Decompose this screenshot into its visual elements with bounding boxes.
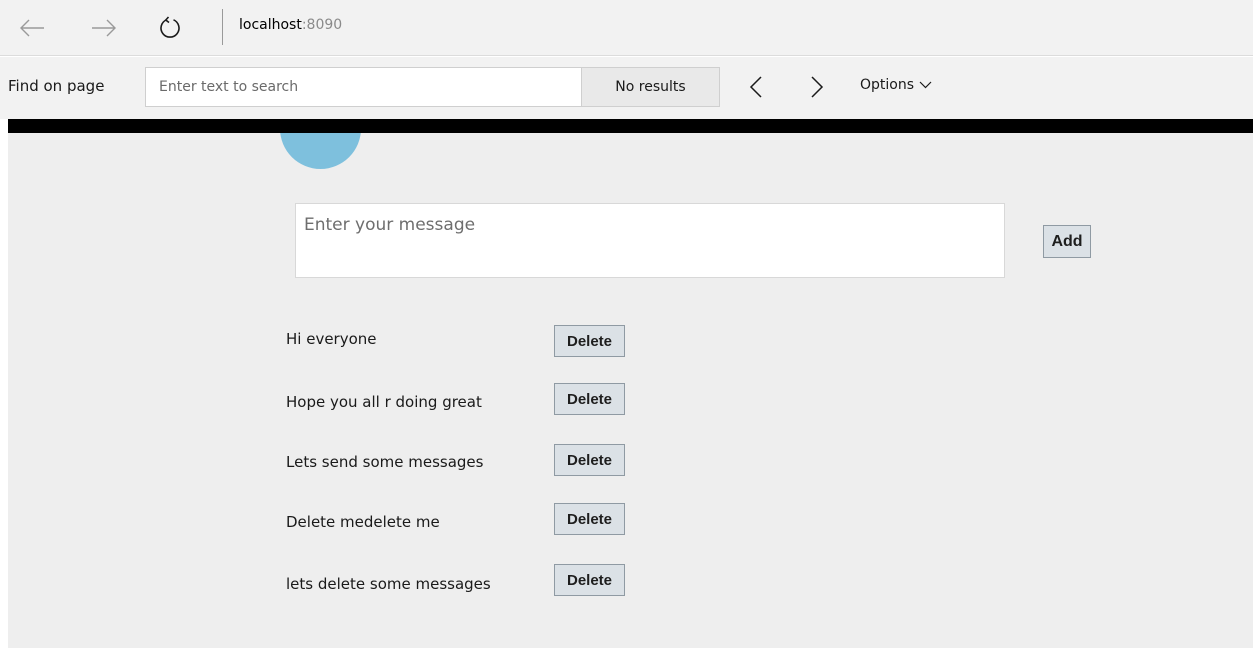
page-content: Add Hi everyone Delete Hope you all r do… [8,133,1253,648]
arrow-left-icon [20,19,44,37]
url-host: localhost [239,17,302,33]
back-button[interactable] [14,10,50,46]
find-previous-button[interactable] [740,71,772,103]
find-next-button[interactable] [801,71,833,103]
delete-message-button[interactable]: Delete [554,383,625,415]
address-url[interactable]: localhost:8090 [239,17,342,33]
chevron-right-icon [811,76,824,98]
find-results-count: No results [581,67,720,107]
refresh-icon [160,16,180,38]
find-search-input[interactable] [145,67,582,107]
message-text: Hope you all r doing great [286,393,482,411]
delete-message-button[interactable]: Delete [554,503,625,535]
message-list: Hi everyone Delete Hope you all r doing … [8,133,1253,648]
delete-message-button[interactable]: Delete [554,325,625,357]
find-options-button[interactable]: Options [860,77,932,93]
find-on-page-bar: Find on page No results Options [0,57,1253,119]
message-text: Hi everyone [286,330,377,348]
message-text: Lets send some messages [286,453,484,471]
find-label: Find on page [8,77,105,95]
chevron-left-icon [749,76,762,98]
delete-message-button[interactable]: Delete [554,564,625,596]
chevron-down-icon [919,81,932,89]
address-separator [222,9,223,45]
message-text: lets delete some messages [286,575,491,593]
address-bar: localhost:8090 [0,0,1253,56]
forward-button[interactable] [86,10,122,46]
arrow-right-icon [92,19,116,37]
refresh-button[interactable] [152,10,188,46]
delete-message-button[interactable]: Delete [554,444,625,476]
url-port: :8090 [301,17,343,33]
browser-window: localhost:8090 Find on page No results O… [0,0,1253,648]
page-top-bar [8,119,1253,133]
find-options-label: Options [860,77,915,93]
message-text: Delete medelete me [286,513,440,531]
